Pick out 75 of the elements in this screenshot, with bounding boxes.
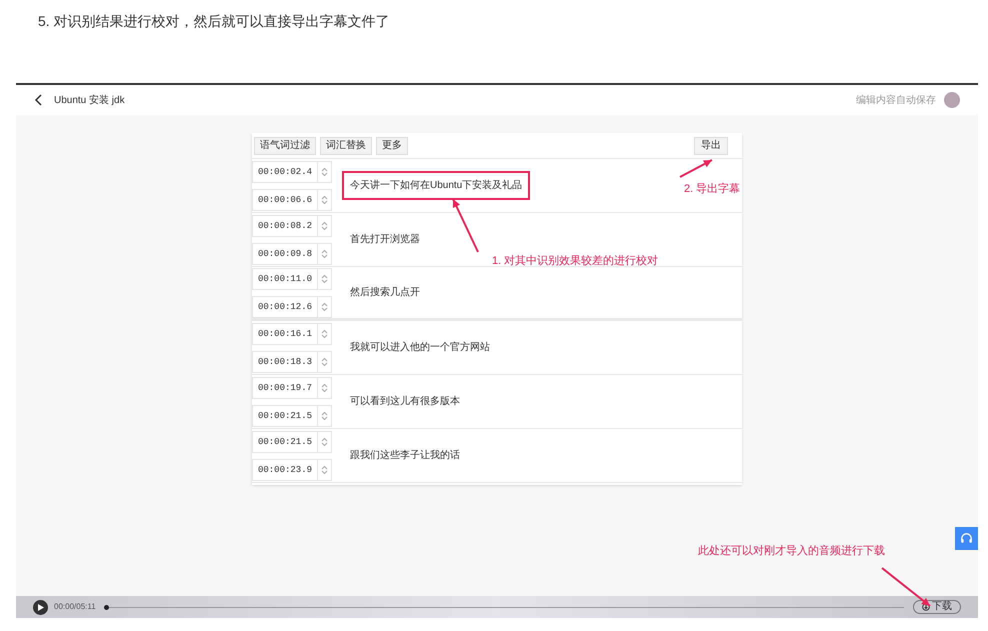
subtitle-text[interactable]: 我就可以进入他的一个官方网站 (342, 333, 498, 362)
time-field[interactable]: 00:00:11.0 (252, 268, 318, 290)
time-stepper[interactable] (318, 376, 332, 398)
annotation-arrow (452, 198, 479, 252)
annotation-text: 此处还可以对刚才导入的音频进行下载 (698, 544, 885, 559)
chevron-up-icon[interactable] (321, 194, 328, 200)
time-field[interactable]: 00:00:12.6 (252, 296, 318, 318)
chevron-down-icon[interactable] (321, 200, 328, 204)
time-stepper[interactable] (318, 458, 332, 480)
chevron-down-icon[interactable] (321, 442, 328, 446)
chevron-up-icon[interactable] (321, 356, 328, 362)
playback-time: 00:00/05:11 (54, 601, 96, 613)
chevron-up-icon[interactable] (321, 166, 328, 172)
chevron-up-icon[interactable] (321, 302, 328, 306)
time-field[interactable]: 00:00:08.2 (252, 214, 318, 236)
chevron-down-icon[interactable] (321, 172, 328, 176)
chevron-down-icon[interactable] (321, 254, 328, 258)
subtitle-text[interactable]: 可以看到这儿有很多版本 (342, 387, 468, 416)
chevron-down-icon[interactable] (321, 278, 328, 284)
time-stepper[interactable] (318, 430, 332, 452)
time-field[interactable]: 00:00:02.4 (252, 160, 318, 182)
time-stepper[interactable] (318, 242, 332, 264)
chevron-down-icon[interactable] (321, 306, 328, 312)
time-field[interactable]: 00:00:21.5 (252, 430, 318, 452)
time-field[interactable]: 00:00:23.9 (252, 458, 318, 480)
chevron-down-icon[interactable] (321, 470, 328, 474)
subtitle-text[interactable]: 今天讲一下如何在Ubuntu下安装及礼品 (342, 171, 530, 200)
time-stepper[interactable] (318, 160, 332, 182)
time-field[interactable]: 00:00:19.7 (252, 376, 318, 398)
annotation-arrow (881, 567, 931, 607)
time-field[interactable]: 00:00:21.5 (252, 404, 318, 426)
time-stepper[interactable] (318, 268, 332, 290)
time-stepper[interactable] (318, 350, 332, 372)
chevron-up-icon[interactable] (321, 248, 328, 254)
avatar[interactable] (944, 92, 960, 108)
play-button[interactable] (33, 600, 48, 614)
chevron-down-icon[interactable] (321, 334, 328, 338)
annotation-text: 2. 导出字幕 (684, 182, 740, 197)
time-field[interactable]: 00:00:18.3 (252, 350, 318, 372)
chevron-down-icon[interactable] (321, 388, 328, 392)
chevron-down-icon[interactable] (321, 226, 328, 230)
annotation-text: 1. 对其中识别效果较差的进行校对 (492, 254, 658, 269)
time-stepper[interactable] (318, 296, 332, 318)
time-field[interactable]: 00:00:09.8 (252, 242, 318, 264)
autosave-note: 编辑内容自动保存 (856, 94, 936, 108)
chevron-up-icon[interactable] (321, 220, 328, 226)
chevron-up-icon[interactable] (321, 382, 328, 388)
subtitle-text[interactable]: 首先打开浏览器 (342, 225, 428, 254)
chevron-up-icon[interactable] (321, 410, 328, 416)
time-field[interactable]: 00:00:06.6 (252, 188, 318, 210)
chevron-up-icon[interactable] (321, 274, 328, 278)
time-stepper[interactable] (318, 322, 332, 344)
time-stepper[interactable] (318, 188, 332, 210)
toolbar-button[interactable]: 语气词过滤 (254, 136, 316, 154)
toolbar-button[interactable]: 更多 (376, 136, 408, 154)
support-button[interactable] (955, 527, 978, 550)
subtitle-text[interactable]: 跟我们这些李子让我的话 (342, 441, 468, 470)
back-icon[interactable] (34, 94, 42, 106)
time-stepper[interactable] (318, 214, 332, 236)
chevron-down-icon[interactable] (321, 362, 328, 366)
chevron-down-icon[interactable] (321, 416, 328, 420)
toolbar-button[interactable]: 词汇替换 (320, 136, 372, 154)
annotation-arrow (680, 159, 712, 178)
download-icon (922, 603, 930, 611)
time-stepper[interactable] (318, 404, 332, 426)
export-button[interactable]: 导出 (694, 136, 728, 154)
chevron-up-icon[interactable] (321, 464, 328, 470)
subtitle-text[interactable]: 然后搜索几点开 (342, 278, 428, 307)
document-title: Ubuntu 安装 jdk (54, 94, 125, 108)
chevron-up-icon[interactable] (321, 436, 328, 442)
step-heading: 5. 对识别结果进行校对，然后就可以直接导出字幕文件了 (38, 12, 391, 31)
play-icon (38, 604, 44, 610)
chevron-up-icon[interactable] (321, 328, 328, 334)
time-field[interactable]: 00:00:16.1 (252, 322, 318, 344)
progress-thumb[interactable] (104, 604, 109, 610)
